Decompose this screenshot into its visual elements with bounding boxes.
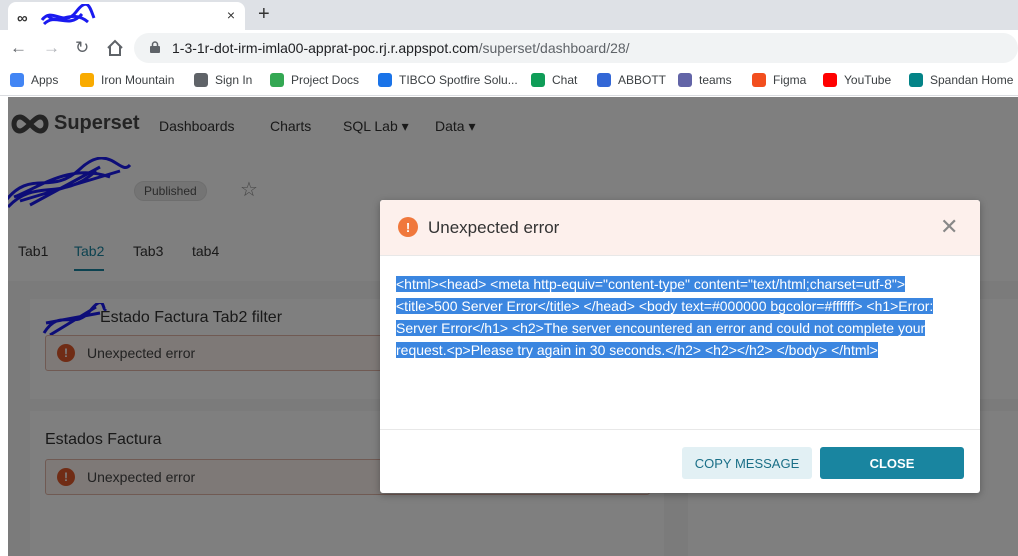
bookmark-label: TIBCO Spotfire Solu... [399,73,518,87]
bookmark-project-docs[interactable]: Project Docs [270,73,359,87]
browser-toolbar: ← → ↻ 1-3-1r-dot-irm-imla00-apprat-poc.r… [0,30,1018,66]
apps-grid-icon [10,73,24,87]
abbott-icon [597,73,611,87]
bookmark-label: Project Docs [291,73,360,87]
bookmark-figma[interactable]: Figma [752,73,806,87]
globe-icon [194,73,208,87]
bookmark-label: Iron Mountain [101,73,175,87]
bookmark-chat[interactable]: Chat [531,73,577,87]
error-modal: ! Unexpected error ✕ <html><head> <meta … [380,200,980,493]
new-tab-button[interactable]: + [258,3,270,26]
modal-error-message[interactable]: <html><head> <meta http-equiv="content-t… [396,273,966,361]
spotfire-icon [378,73,392,87]
address-bar[interactable]: 1-3-1r-dot-irm-imla00-apprat-poc.rj.r.ap… [134,33,1018,63]
forward-arrow-icon[interactable]: → [43,38,60,58]
browser-tab[interactable]: ∞ × [8,2,245,30]
bookmark-sign-in[interactable]: Sign In [194,73,252,87]
youtube-icon [823,73,837,87]
back-arrow-icon[interactable]: ← [10,38,27,58]
lock-icon [150,41,160,53]
chat-icon [531,73,545,87]
sharepoint-icon [909,73,923,87]
close-button[interactable]: CLOSE [820,447,964,479]
bookmark-iron-mountain[interactable]: Iron Mountain [80,73,174,87]
reload-icon[interactable]: ↻ [75,38,89,58]
bookmark-spandan-home[interactable]: Spandan Home [909,73,1013,87]
url-host: 1-3-1r-dot-irm-imla00-apprat-poc.rj.r.ap… [172,40,479,56]
bookmark-label: Sign In [215,73,253,87]
bookmark-label: Spandan Home [930,73,1014,87]
bookmarks-bar: Apps Iron Mountain Sign In Project Docs TIBC… [0,66,1018,96]
bookmark-teams[interactable]: teams [678,73,732,87]
url-text: 1-3-1r-dot-irm-imla00-apprat-poc.rj.r.ap… [172,40,630,56]
redaction-scribble [40,4,96,26]
bookmark-label: YouTube [844,73,892,87]
close-icon[interactable]: ✕ [940,214,958,240]
url-path: /superset/dashboard/28/ [478,40,630,56]
bookmark-label: Apps [31,73,59,87]
bookmark-abbott[interactable]: ABBOTT [597,73,666,87]
teams-icon [678,73,692,87]
error-icon: ! [398,217,418,237]
modal-footer: COPY MESSAGE CLOSE [380,429,980,493]
bookmark-label: teams [699,73,732,87]
bookmark-tibco-spotfire-solu[interactable]: TIBCO Spotfire Solu... [378,73,518,87]
home-icon[interactable] [106,39,124,57]
bookmark-apps[interactable]: Apps [10,73,58,87]
tab-close-icon[interactable]: × [227,7,235,23]
selected-message-text: <html><head> <meta http-equiv="content-t… [396,276,934,358]
browser-tab-strip: ∞ × + [0,0,1018,30]
figma-icon [752,73,766,87]
modal-title: Unexpected error [428,218,560,237]
bookmark-label: ABBOTT [618,73,667,87]
bookmark-youtube[interactable]: YouTube [823,73,891,87]
bookmark-folder-icon [80,73,94,87]
bookmark-label: Figma [773,73,807,87]
google-drive-icon [270,73,284,87]
superset-favicon-icon: ∞ [17,10,28,27]
modal-header: ! Unexpected error ✕ [380,200,980,256]
copy-message-button[interactable]: COPY MESSAGE [682,447,812,479]
bookmark-label: Chat [552,73,578,87]
